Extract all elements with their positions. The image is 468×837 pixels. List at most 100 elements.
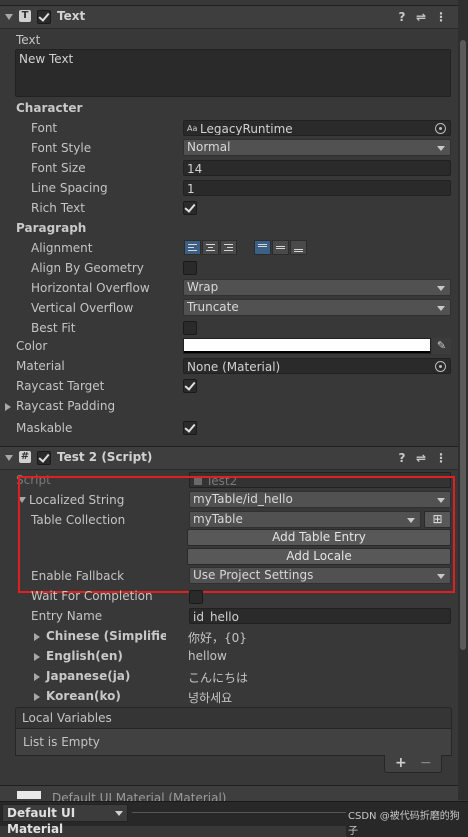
watermark: CSDN @被代码折磨的狗子 — [346, 807, 468, 837]
align-middle-button[interactable] — [272, 240, 289, 255]
script-component-header[interactable]: # Test 2 (Script) ? ⇌ ⋮ — [0, 446, 458, 470]
best-fit-checkbox[interactable] — [183, 321, 197, 335]
material-picker-icon[interactable] — [435, 361, 446, 372]
align-by-geometry-checkbox[interactable] — [183, 261, 197, 275]
script-enabled-checkbox[interactable] — [37, 451, 51, 465]
material-swatch-icon — [17, 791, 41, 799]
locale-foldout-icon[interactable] — [34, 693, 40, 701]
list-empty-label: List is Empty — [23, 735, 100, 749]
locale-foldout-icon[interactable] — [34, 633, 40, 641]
wait-for-completion-checkbox[interactable] — [189, 590, 203, 604]
raycast-padding-label[interactable]: Raycast Padding — [16, 399, 115, 413]
font-field[interactable]: Aa LegacyRuntime — [183, 120, 451, 136]
alignment-label: Alignment — [31, 241, 93, 255]
font-style-dropdown[interactable]: Normal — [183, 139, 451, 156]
horizontal-overflow-dropdown[interactable]: Wrap — [183, 279, 451, 296]
vertical-overflow-label: Vertical Overflow — [31, 301, 134, 315]
font-size-field[interactable]: 14 — [183, 160, 451, 176]
script-context-menu-icon[interactable]: ⋮ — [434, 451, 448, 465]
local-variables-label: Local Variables — [22, 711, 112, 725]
foldout-arrow-icon[interactable] — [5, 14, 13, 20]
bottom-bar: Default UI Material CSDN @被代码折磨的狗子 — [0, 801, 468, 837]
font-value: LegacyRuntime — [200, 122, 293, 136]
align-bottom-button[interactable] — [290, 240, 307, 255]
locale-foldout-icon[interactable] — [34, 653, 40, 661]
align-center-button[interactable] — [202, 240, 219, 255]
horizontal-overflow-label: Horizontal Overflow — [31, 281, 150, 295]
locale-value[interactable]: 녕하세요 — [188, 689, 232, 706]
align-left-button[interactable] — [184, 240, 201, 255]
enable-fallback-dropdown[interactable]: Use Project Settings — [189, 567, 451, 584]
enable-fallback-label: Enable Fallback — [31, 569, 125, 583]
locale-name[interactable]: Korean(ko) — [46, 689, 121, 703]
help-icon[interactable]: ? — [395, 10, 409, 24]
text-component-icon: T — [19, 10, 31, 22]
localized-string-dropdown[interactable]: myTable/id_hello — [189, 491, 451, 508]
script-file-icon — [194, 476, 202, 485]
script-value: Test2 — [206, 474, 238, 488]
component-title: Text — [57, 9, 86, 23]
maskable-checkbox[interactable] — [183, 421, 197, 435]
line-spacing-field[interactable]: 1 — [183, 180, 451, 196]
script-help-icon[interactable]: ? — [395, 451, 409, 465]
locale-value[interactable]: 你好，{0} — [188, 629, 247, 646]
locale-value[interactable]: こんにちは — [188, 669, 248, 686]
color-field[interactable] — [183, 338, 431, 354]
add-locale-button[interactable]: Add Locale — [187, 548, 451, 565]
line-spacing-label: Line Spacing — [31, 181, 108, 195]
rich-text-checkbox[interactable] — [183, 201, 197, 215]
locale-name[interactable]: Chinese (Simplified)( — [46, 629, 166, 643]
raycast-target-label: Raycast Target — [16, 379, 105, 393]
paragraph-section: Paragraph — [16, 221, 87, 235]
entry-name-label: Entry Name — [31, 609, 103, 623]
raycast-target-checkbox[interactable] — [183, 379, 197, 393]
locale-foldout-icon[interactable] — [34, 673, 40, 681]
dropdown-arrow-icon — [115, 811, 123, 816]
script-component-icon: # — [19, 451, 31, 463]
presets-icon[interactable]: ⇌ — [414, 10, 428, 24]
text-enabled-checkbox[interactable] — [37, 10, 51, 24]
text-label: Text — [16, 33, 41, 47]
script-component-title: Test 2 (Script) — [57, 450, 153, 464]
best-fit-label: Best Fit — [31, 321, 76, 335]
remove-element-button[interactable]: − — [420, 755, 432, 771]
font-style-label: Font Style — [31, 141, 92, 155]
script-field: Test2 — [189, 472, 451, 488]
script-presets-icon[interactable]: ⇌ — [414, 451, 428, 465]
text-area[interactable]: New Text — [15, 49, 451, 97]
eyedropper-icon[interactable]: ✎ — [432, 338, 451, 354]
material-dropdown[interactable]: Default UI Material — [2, 804, 128, 836]
localized-string-label[interactable]: Localized String — [29, 493, 124, 507]
script-foldout-arrow-icon[interactable] — [5, 455, 13, 461]
local-variables-body: List is Empty — [15, 728, 452, 756]
align-top-button[interactable] — [254, 240, 271, 255]
scrollbar-track[interactable] — [458, 0, 468, 800]
table-collection-settings-icon[interactable]: ⊞ — [424, 511, 451, 528]
list-footer: + − — [384, 755, 442, 773]
context-menu-icon[interactable]: ⋮ — [434, 10, 448, 24]
table-collection-label: Table Collection — [31, 513, 126, 527]
script-label: Script — [16, 473, 51, 487]
rich-text-label: Rich Text — [31, 201, 85, 215]
vertical-overflow-dropdown[interactable]: Truncate — [183, 299, 451, 316]
font-label: Font — [31, 121, 58, 135]
align-right-button[interactable] — [220, 240, 237, 255]
entry-name-field[interactable]: id_hello — [189, 608, 451, 624]
object-picker-icon[interactable] — [435, 123, 446, 134]
material-label: Material — [16, 359, 65, 373]
locale-name[interactable]: English(en) — [46, 649, 123, 663]
text-component-header[interactable]: T Text ? ⇌ ⋮ — [0, 5, 458, 29]
scrollbar-thumb[interactable] — [460, 40, 466, 650]
table-collection-dropdown[interactable]: myTable — [189, 511, 421, 528]
raycast-padding-foldout-icon[interactable] — [5, 403, 11, 411]
material-field[interactable]: None (Material) — [183, 358, 451, 374]
material-preview-header[interactable]: Default UI Material (Material) — [0, 785, 458, 802]
font-size-label: Font Size — [31, 161, 86, 175]
locale-value[interactable]: hellow — [188, 649, 227, 663]
locale-name[interactable]: Japanese(ja) — [46, 669, 130, 683]
localized-string-foldout-icon[interactable] — [18, 497, 26, 503]
add-element-button[interactable]: + — [395, 755, 407, 771]
local-variables-header: Local Variables — [15, 707, 452, 729]
add-table-entry-button[interactable]: Add Table Entry — [187, 529, 451, 546]
wait-for-completion-label: Wait For Completion — [31, 589, 153, 603]
